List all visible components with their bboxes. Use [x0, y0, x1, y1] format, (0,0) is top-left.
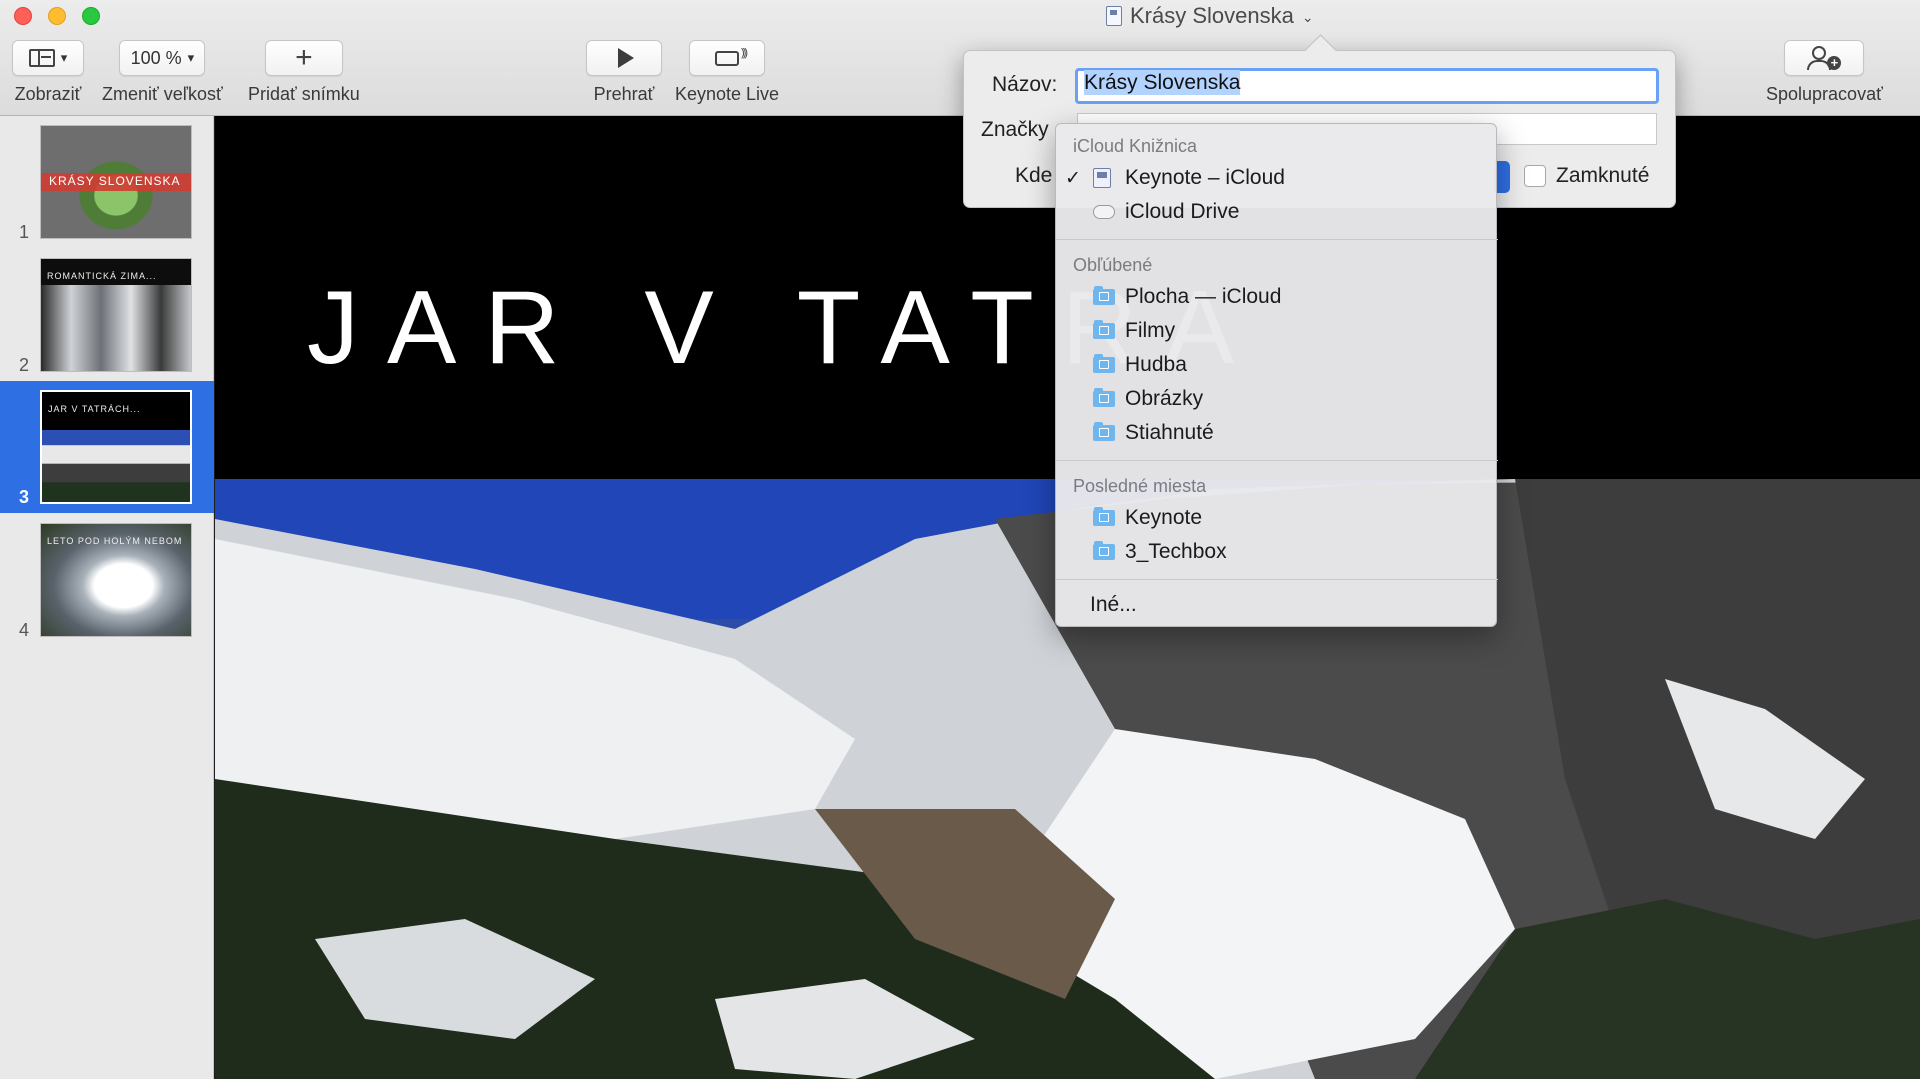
view-control: ▾ Zobraziť	[12, 40, 84, 105]
menu-item-label: Keynote	[1125, 506, 1203, 529]
collaborate-label: Spolupracovať	[1766, 84, 1883, 104]
menu-item-desktop[interactable]: Plocha — iCloud	[1056, 280, 1498, 314]
zoom-control: 100 % ▾ Zmeniť veľkosť	[102, 40, 223, 105]
menu-separator	[1056, 579, 1498, 580]
view-button[interactable]: ▾	[12, 40, 84, 76]
window-title-menu[interactable]: Krásy Slovenska ⌄	[1106, 3, 1314, 29]
menu-item-label: Filmy	[1125, 319, 1176, 342]
slide-thumbnail-caption: ROMANTICKÁ ZIMA...	[47, 271, 157, 281]
menu-item-downloads[interactable]: Stiahnuté	[1056, 416, 1498, 450]
tags-label: Značky	[981, 118, 1049, 141]
add-slide-button[interactable]: +	[264, 40, 343, 76]
locked-checkbox[interactable]	[1524, 165, 1546, 187]
menu-item-label: 3_Techbox	[1125, 540, 1227, 563]
menu-item-music[interactable]: Hudba	[1056, 348, 1498, 382]
keynote-live-label: Keynote Live	[675, 84, 780, 104]
chevron-down-icon: ⌄	[1301, 8, 1314, 25]
menu-section-header: Obľúbené	[1073, 255, 1153, 275]
menu-item-label: Hudba	[1125, 353, 1187, 376]
play-button[interactable]	[586, 40, 662, 76]
menu-item-label: Plocha — iCloud	[1125, 285, 1282, 308]
downloads-folder-icon	[1093, 422, 1115, 441]
where-label: Kde	[1015, 164, 1053, 187]
keynote-app-icon	[1093, 168, 1111, 188]
slide-thumbnail[interactable]: LETO POD HOLÝM NEBOM	[40, 523, 192, 637]
close-window-button[interactable]	[14, 7, 32, 25]
zoom-label: Zmeniť veľkosť	[102, 84, 223, 104]
folder-icon	[1093, 286, 1115, 305]
folder-icon	[1093, 541, 1115, 560]
slide-number: 2	[19, 355, 30, 375]
menu-item-keynote-folder[interactable]: Keynote	[1056, 501, 1498, 535]
slide-number: 4	[19, 620, 30, 640]
locked-label[interactable]: Zamknuté	[1556, 164, 1649, 188]
menu-section-header: iCloud Knižnica	[1073, 136, 1198, 156]
add-person-icon: +	[1807, 46, 1842, 70]
slide-thumbnail-row[interactable]: ROMANTICKÁ ZIMA... 2	[0, 249, 214, 381]
cloud-icon	[1093, 205, 1115, 219]
keynote-live-control: Keynote Live	[675, 40, 779, 105]
slide-thumbnail-caption: JAR V TATRÁCH...	[48, 404, 141, 414]
minimize-window-button[interactable]	[48, 7, 66, 25]
slide-thumbnail-caption: KRÁSY SLOVENSKA	[49, 174, 181, 188]
menu-item-other[interactable]: Iné...	[1056, 588, 1498, 622]
slide-thumbnail[interactable]: ROMANTICKÁ ZIMA...	[40, 258, 192, 372]
play-icon	[618, 48, 634, 68]
play-control: Prehrať	[586, 40, 662, 105]
checkmark-icon: ✓	[1065, 167, 1081, 189]
slide-thumbnail[interactable]: JAR V TATRÁCH...	[40, 390, 192, 504]
zoom-value: 100 %	[130, 47, 182, 68]
name-label: Názov:	[992, 73, 1058, 96]
menu-item-label: Stiahnuté	[1125, 421, 1214, 444]
view-label: Zobraziť	[14, 84, 82, 104]
window-title: Krásy Slovenska	[1130, 3, 1294, 28]
zoom-button[interactable]: 100 % ▾	[119, 40, 206, 76]
menu-item-movies[interactable]: Filmy	[1056, 314, 1498, 348]
slide-thumbnail-row-selected[interactable]: JAR V TATRÁCH... 3	[0, 381, 214, 513]
sidebar-view-icon	[28, 49, 55, 67]
pictures-folder-icon	[1093, 388, 1115, 407]
menu-item-icloud-drive[interactable]: iCloud Drive	[1056, 195, 1498, 229]
chevron-down-icon: ▾	[60, 50, 68, 65]
add-slide-label: Pridať snímku	[248, 84, 360, 104]
menu-separator	[1056, 460, 1498, 461]
slide-number: 1	[19, 222, 30, 242]
folder-icon	[1093, 507, 1115, 526]
menu-item-label: Obrázky	[1125, 387, 1204, 410]
menu-item-pictures[interactable]: Obrázky	[1056, 382, 1498, 416]
slide-thumbnail-row[interactable]: KRÁSY SLOVENSKA 1	[0, 116, 214, 248]
menu-item-techbox[interactable]: 3_Techbox	[1056, 535, 1498, 569]
keynote-document-icon	[1106, 6, 1122, 26]
slide-thumbnail[interactable]: KRÁSY SLOVENSKA	[40, 125, 192, 239]
add-slide-control: + Pridať snímku	[248, 40, 360, 105]
slide-navigator: KRÁSY SLOVENSKA 1 ROMANTICKÁ ZIMA... 2 J…	[0, 116, 214, 1079]
movies-folder-icon	[1093, 320, 1115, 339]
collaborate-button[interactable]: +	[1784, 40, 1865, 76]
collaborate-control: + Spolupracovať	[1766, 40, 1883, 105]
keynote-live-icon	[715, 47, 746, 66]
name-field-value: Krásy Slovenska	[1084, 70, 1241, 95]
keynote-live-button[interactable]	[689, 40, 766, 76]
plus-icon: +	[295, 41, 313, 74]
slide-thumbnail-row[interactable]: LETO POD HOLÝM NEBOM 4	[0, 514, 214, 646]
slide-number: 3	[19, 487, 30, 507]
zoom-window-button[interactable]	[82, 7, 100, 25]
music-folder-icon	[1093, 354, 1115, 373]
menu-section-header: Posledné miesta	[1073, 476, 1207, 496]
name-field[interactable]: Krásy Slovenska	[1075, 68, 1659, 104]
menu-separator	[1056, 239, 1498, 240]
chevron-down-icon: ▾	[187, 50, 195, 65]
menu-item-keynote-icloud[interactable]: ✓ Keynote – iCloud	[1056, 161, 1498, 195]
menu-item-label: iCloud Drive	[1125, 200, 1240, 223]
slide-thumbnail-caption: LETO POD HOLÝM NEBOM	[47, 536, 183, 546]
menu-item-label: Keynote – iCloud	[1125, 166, 1285, 189]
menu-item-label: Iné...	[1090, 593, 1137, 616]
play-label: Prehrať	[593, 84, 655, 104]
location-popup-menu: iCloud Knižnica ✓ Keynote – iCloud iClou…	[1055, 123, 1498, 627]
